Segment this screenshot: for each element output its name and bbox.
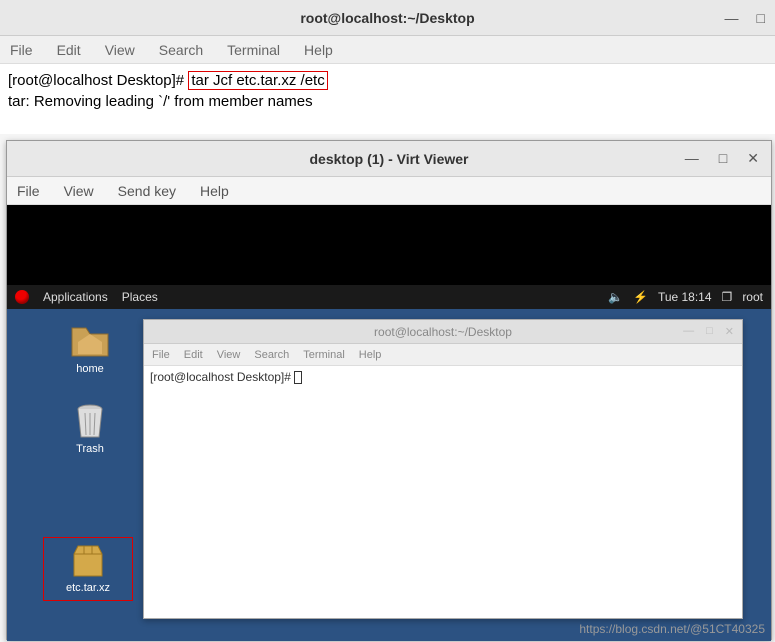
desktop-icon-home-label: home xyxy=(76,363,104,375)
virt-menu-file[interactable]: File xyxy=(17,183,40,199)
redhat-icon[interactable] xyxy=(15,290,29,304)
outer-output-line: tar: Removing leading `/' from member na… xyxy=(8,91,767,112)
close-icon[interactable]: ✕ xyxy=(725,325,734,338)
outer-window-controls: — □ xyxy=(725,10,765,26)
gnome-desktop[interactable]: home Trash etc.tar.xz root@localhost:~/D… xyxy=(7,309,771,641)
inner-menu-file[interactable]: File xyxy=(152,349,170,361)
folder-icon xyxy=(70,324,110,358)
outer-prompt: [root@localhost Desktop]# xyxy=(8,72,188,89)
minimize-icon[interactable]: — xyxy=(725,10,739,26)
virt-window-controls: — □ ✕ xyxy=(685,150,759,167)
gnome-clock[interactable]: Tue 18:14 xyxy=(658,290,712,304)
inner-menu-view[interactable]: View xyxy=(217,349,241,361)
gnome-user[interactable]: root xyxy=(742,290,763,304)
menu-terminal[interactable]: Terminal xyxy=(227,42,280,58)
close-icon[interactable]: ✕ xyxy=(747,150,759,167)
virt-viewer-window: desktop (1) - Virt Viewer — □ ✕ File Vie… xyxy=(6,140,772,640)
maximize-icon[interactable]: □ xyxy=(719,150,727,167)
virt-menubar: File View Send key Help xyxy=(7,177,771,205)
outer-terminal-titlebar: root@localhost:~/Desktop — □ xyxy=(0,0,775,36)
minimize-icon[interactable]: — xyxy=(685,150,699,167)
virt-menu-sendkey[interactable]: Send key xyxy=(118,183,176,199)
outer-terminal-title: root@localhost:~/Desktop xyxy=(300,10,474,26)
watermark: https://blog.csdn.net/@51CT40325 xyxy=(579,622,765,636)
trash-icon xyxy=(73,403,107,439)
desktop-icon-home[interactable]: home xyxy=(55,323,125,375)
inner-menu-search[interactable]: Search xyxy=(254,349,289,361)
virt-titlebar: desktop (1) - Virt Viewer — □ ✕ xyxy=(7,141,771,177)
battery-icon[interactable]: ⚡ xyxy=(633,290,648,304)
virt-title: desktop (1) - Virt Viewer xyxy=(310,151,469,167)
maximize-icon[interactable]: □ xyxy=(706,325,713,338)
volume-icon[interactable]: 🔈 xyxy=(608,290,623,304)
desktop-icon-trash[interactable]: Trash xyxy=(55,403,125,455)
inner-terminal-body[interactable]: [root@localhost Desktop]# xyxy=(144,366,742,388)
inner-terminal-menubar: File Edit View Search Terminal Help xyxy=(144,344,742,366)
minimize-icon[interactable]: — xyxy=(683,325,694,338)
inner-terminal-title: root@localhost:~/Desktop xyxy=(374,325,512,339)
gnome-topbar: Applications Places 🔈 ⚡ Tue 18:14 ❐ root xyxy=(7,285,771,309)
menu-help[interactable]: Help xyxy=(304,42,333,58)
vm-black-area xyxy=(7,205,771,285)
desktop-icon-trash-label: Trash xyxy=(76,443,104,455)
menu-search[interactable]: Search xyxy=(159,42,203,58)
inner-menu-help[interactable]: Help xyxy=(359,349,382,361)
virt-menu-view[interactable]: View xyxy=(64,183,94,199)
inner-terminal-window: root@localhost:~/Desktop — □ ✕ File Edit… xyxy=(143,319,743,619)
gnome-places[interactable]: Places xyxy=(122,290,158,304)
outer-command: tar Jcf etc.tar.xz /etc xyxy=(188,71,327,90)
inner-window-controls: — □ ✕ xyxy=(683,325,734,338)
menu-edit[interactable]: Edit xyxy=(57,42,81,58)
desktop-icon-tar-label: etc.tar.xz xyxy=(66,582,110,594)
outer-terminal-body[interactable]: [root@localhost Desktop]# tar Jcf etc.ta… xyxy=(0,64,775,134)
menu-file[interactable]: File xyxy=(10,42,33,58)
inner-prompt: [root@localhost Desktop]# xyxy=(150,370,294,384)
gnome-applications[interactable]: Applications xyxy=(43,290,108,304)
desktop-icon-tar[interactable]: etc.tar.xz xyxy=(43,537,133,601)
inner-terminal-titlebar: root@localhost:~/Desktop — □ ✕ xyxy=(144,320,742,344)
maximize-icon[interactable]: □ xyxy=(757,10,765,26)
terminal-indicator-icon[interactable]: ❐ xyxy=(722,290,733,304)
menu-view[interactable]: View xyxy=(105,42,135,58)
cursor-icon xyxy=(294,371,302,384)
inner-menu-terminal[interactable]: Terminal xyxy=(303,349,345,361)
inner-menu-edit[interactable]: Edit xyxy=(184,349,203,361)
package-icon xyxy=(68,540,108,580)
virt-menu-help[interactable]: Help xyxy=(200,183,229,199)
outer-terminal-menubar: File Edit View Search Terminal Help xyxy=(0,36,775,64)
